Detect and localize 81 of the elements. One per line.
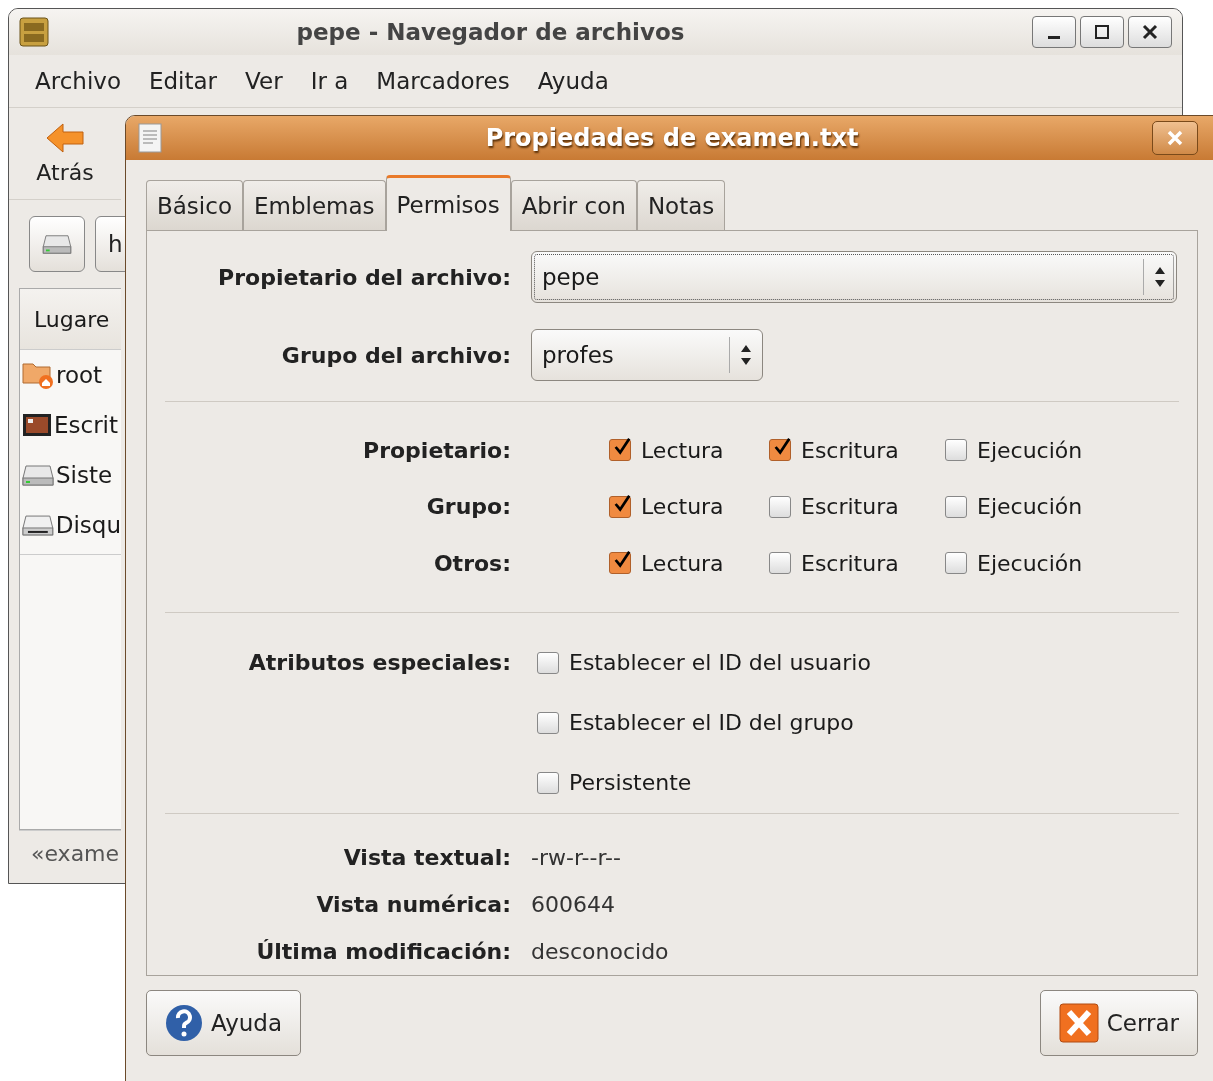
question-mark-icon [165, 1004, 203, 1042]
checkbox[interactable] [609, 439, 631, 462]
sidebar-item[interactable]: Disqu [20, 500, 121, 550]
checkbox[interactable] [769, 495, 791, 518]
field-value: 600644 [531, 891, 616, 917]
minimize-button[interactable] [1032, 16, 1076, 48]
minimize-icon [1048, 35, 1060, 39]
checkbox-label: Lectura [641, 550, 724, 576]
close-button[interactable]: Cerrar [1039, 990, 1198, 1056]
checkbox[interactable] [609, 495, 631, 518]
close-button[interactable] [1128, 16, 1172, 48]
checkbox-label: Persistente [569, 770, 692, 796]
menu-item[interactable]: Archivo [35, 68, 121, 94]
drive-icon [42, 233, 72, 255]
x-icon [1058, 1003, 1099, 1043]
sidebar-item[interactable]: root [20, 350, 121, 400]
drive-icon [22, 463, 54, 487]
desktop-icon [22, 412, 52, 438]
status-bar: «exame [19, 830, 121, 866]
checkbox-label: Lectura [641, 437, 724, 463]
home-folder-icon [22, 361, 54, 389]
checkbox-label: Ejecución [977, 437, 1083, 463]
checkbox[interactable] [945, 439, 967, 462]
column-header: Lugare [20, 289, 121, 350]
menu-item[interactable]: Marcadores [376, 68, 510, 94]
menu-item[interactable]: Ver [245, 68, 283, 94]
field-label: Grupo: [425, 494, 511, 520]
field-label: Propietario del archivo: [217, 264, 511, 290]
checkbox[interactable] [537, 771, 559, 794]
field-value: -rw-r--r-- [531, 844, 622, 870]
tab[interactable]: Permisos [385, 175, 511, 231]
dialog-title: Propiedades de examen.txt [484, 124, 860, 152]
checkbox-label: Escritura [801, 494, 899, 520]
field-label: Vista numérica: [315, 891, 511, 917]
field-label: Otros: [432, 550, 511, 576]
sidebar-item[interactable]: Siste [20, 450, 121, 500]
tab[interactable]: Emblemas [242, 180, 386, 230]
tab[interactable]: Notas [636, 180, 726, 230]
checkbox-label: Ejecución [977, 494, 1083, 520]
left-arrow-icon [45, 122, 85, 154]
field-label: Propietario: [362, 437, 511, 463]
document-icon [138, 123, 162, 153]
tab[interactable]: Abrir con [510, 180, 637, 230]
window-title: pepe - Navegador de archivos [295, 19, 686, 45]
checkbox[interactable] [537, 651, 559, 674]
field-value: desconocido [531, 938, 670, 964]
checkbox-label: Establecer el ID del grupo [569, 710, 854, 736]
checkbox-label: Ejecución [977, 550, 1083, 576]
checkbox[interactable] [945, 552, 967, 575]
close-button[interactable] [1152, 121, 1198, 155]
checkbox-label: Lectura [641, 494, 724, 520]
field-label: Atributos especiales: [247, 648, 511, 677]
close-icon [1142, 24, 1158, 40]
back-button[interactable]: Atrás [15, 108, 115, 193]
checkbox-label: Escritura [801, 437, 899, 463]
maximize-icon [1094, 24, 1110, 40]
close-icon [1166, 129, 1184, 147]
checkbox[interactable] [769, 439, 791, 462]
checkbox-label: Escritura [801, 550, 899, 576]
checkbox-label: Establecer el ID del usuario [569, 650, 871, 676]
drive-icon [22, 513, 54, 537]
checkbox[interactable] [769, 552, 791, 575]
sidebar-item[interactable]: Escrit [20, 400, 121, 450]
maximize-button[interactable] [1080, 16, 1124, 48]
tab[interactable]: Básico [146, 180, 243, 230]
owner-dropdown[interactable]: profes [531, 329, 763, 381]
help-button[interactable]: Ayuda [146, 990, 302, 1056]
up-down-arrows-icon [1154, 265, 1166, 289]
checkbox[interactable] [537, 711, 559, 734]
menu-item[interactable]: Ayuda [537, 68, 609, 94]
field-label: Vista textual: [342, 844, 511, 870]
checkbox[interactable] [945, 495, 967, 518]
checkbox[interactable] [609, 552, 631, 575]
up-down-arrows-icon [740, 343, 752, 367]
menu-item[interactable]: Ir a [310, 68, 349, 94]
menu-item[interactable]: Editar [149, 68, 218, 94]
field-label: Grupo del archivo: [280, 342, 511, 368]
owner-dropdown[interactable]: pepe [531, 251, 1177, 303]
cabinet-icon [19, 17, 49, 47]
field-label: Última modificación: [255, 938, 511, 964]
drive-button[interactable] [29, 216, 85, 272]
